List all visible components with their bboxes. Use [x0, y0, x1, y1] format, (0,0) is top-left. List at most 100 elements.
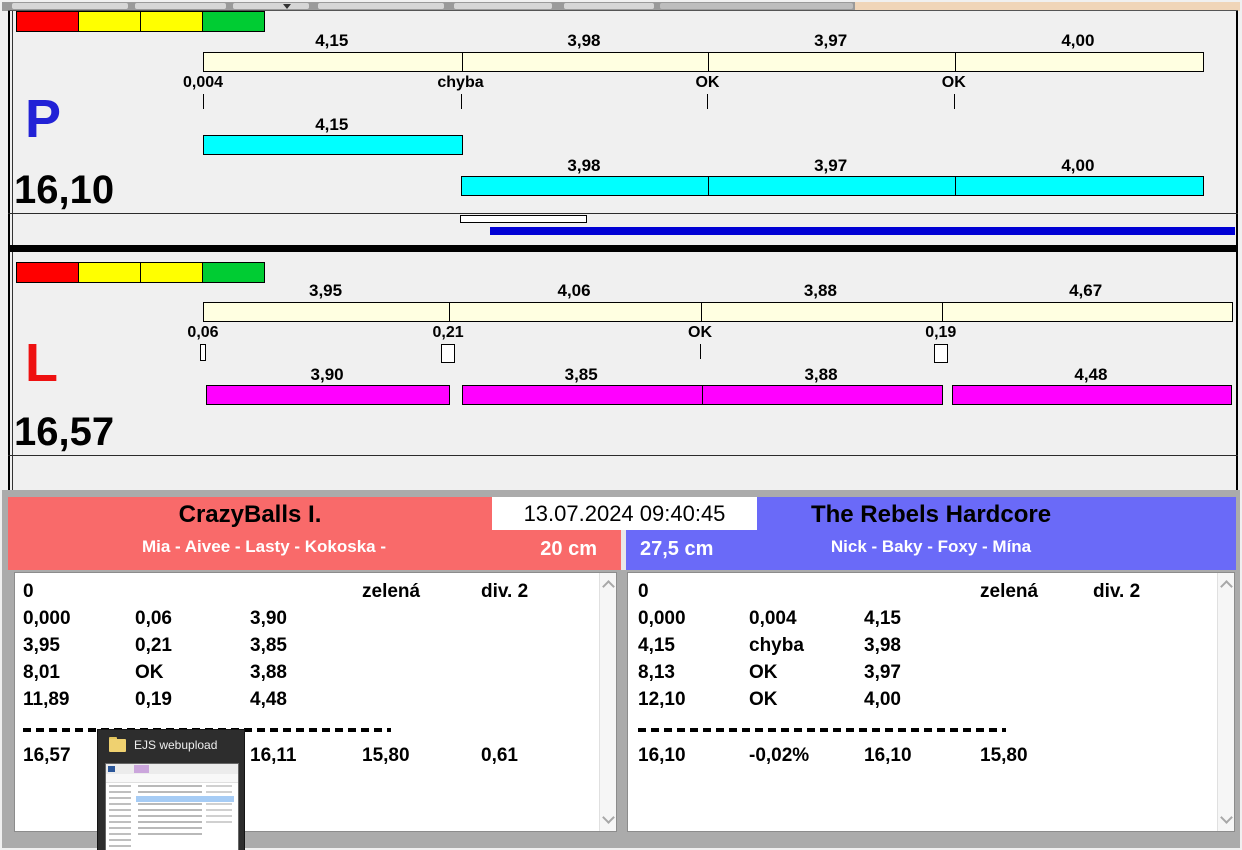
split-bar: [460, 176, 1204, 196]
team-name: CrazyBalls I.: [178, 501, 322, 528]
lane-section-P: P 16,10 4,15 3,98 3,97 4,00 0,004 chyba OK OK 4,15…: [8, 10, 1238, 246]
table-cell: zelená: [362, 581, 421, 602]
scroll-down-icon[interactable]: [1220, 811, 1233, 824]
scrollbar[interactable]: [599, 573, 616, 831]
thumbnail-window-title: EJS webupload: [134, 738, 218, 752]
table-cell: 3,85: [250, 635, 287, 656]
results-table-right: 0 zelená div. 2 0,000 0,004 4,15 4,15 chyba 3,98…: [628, 573, 1217, 831]
explorer-window-thumbnail[interactable]: [105, 763, 239, 850]
background-window-fragment: [454, 3, 552, 9]
split-time-label: 4,48: [1074, 365, 1108, 384]
table-cell: 4,48: [250, 689, 287, 710]
background-window-fragment: [12, 3, 128, 9]
table-cell: 11,89: [23, 689, 70, 710]
split-time-label: 3,98: [567, 156, 601, 175]
table-cell: 0,21: [135, 635, 172, 656]
lane-baseline: [8, 455, 1238, 456]
scroll-up-icon[interactable]: [1220, 580, 1233, 593]
pass-mark-tick: [203, 94, 204, 109]
pass-mark-tick: [953, 94, 955, 109]
ruler-divider: [461, 53, 463, 71]
thumbnail-file-list: [138, 785, 202, 835]
table-cell: 0,06: [135, 608, 172, 629]
lane-total-time: 16,10: [14, 168, 115, 212]
table-cell: 3,98: [864, 635, 901, 656]
split-time-label: 3,88: [803, 281, 837, 300]
table-cell: 8,01: [23, 662, 60, 683]
table-cell: 3,97: [864, 662, 901, 683]
table-cell: 8,13: [638, 662, 675, 683]
split-time-label: 4,67: [1069, 281, 1103, 300]
table-cell: zelená: [980, 581, 1039, 602]
taskbar-thumbnail-preview[interactable]: EJS webupload: [97, 729, 245, 850]
pass-mark-slimbox: [200, 344, 206, 361]
start-light-cell: [16, 262, 79, 283]
split-time-label: 3,97: [814, 31, 848, 50]
table-cell: 12,10: [638, 689, 686, 710]
background-window-fragment: [660, 3, 853, 9]
scroll-down-icon[interactable]: [602, 811, 615, 824]
thumbnail-titlebar: [106, 764, 238, 774]
split-ruler: [203, 302, 1233, 322]
table-cell: OK: [749, 662, 778, 683]
pass-mark-label: 0,21: [432, 324, 464, 341]
start-light-cell: [202, 11, 265, 32]
table-cell: 4,15: [638, 635, 675, 656]
table-cell: 0,000: [23, 608, 71, 629]
table-cell: OK: [749, 689, 778, 710]
table-cell: div. 2: [1093, 581, 1141, 602]
table-cell: 0,004: [749, 608, 797, 629]
scrollbar[interactable]: [1217, 573, 1234, 831]
start-light-cell: [78, 262, 141, 283]
table-cell: chyba: [749, 635, 804, 656]
split-time-label: 3,88: [804, 365, 838, 384]
pass-mark-box: [441, 344, 456, 363]
lane-letter: L: [25, 333, 58, 393]
ruler-divider: [701, 303, 703, 321]
datetime-display: 13.07.2024 09:40:45: [492, 497, 757, 530]
ruler-divider: [954, 53, 956, 71]
ruler-divider: [708, 53, 710, 71]
pass-mark-label: 0,06: [187, 324, 219, 341]
pass-mark-tick: [700, 344, 702, 359]
team-dog-names: Nick - Baky - Foxy - Mína: [830, 537, 1032, 556]
lane-baseline: [8, 213, 1238, 214]
table-cell: 3,95: [23, 635, 60, 656]
table-total-cell: 16,57: [23, 745, 71, 766]
pass-mark-label: OK: [941, 74, 966, 91]
jump-height: 20 cm: [540, 538, 597, 560]
split-time-label: 3,97: [814, 156, 848, 175]
pass-mark-label: 0,004: [182, 74, 224, 91]
chevron-down-icon: [283, 4, 291, 9]
table-cell: 0,000: [638, 608, 686, 629]
background-window-fragment: [318, 3, 444, 9]
pass-mark-label: OK: [695, 74, 720, 91]
table-total-cell: 16,10: [638, 745, 686, 766]
table-total-cell: 0,61: [481, 745, 518, 766]
table-cell: 0,19: [135, 689, 172, 710]
thumbnail-file-columns: [206, 785, 232, 823]
start-lights-legend: [16, 11, 265, 32]
app-window: P 16,10 4,15 3,98 3,97 4,00 0,004 chyba OK OK 4,15…: [0, 0, 1242, 850]
table-cell: 3,88: [250, 662, 287, 683]
table-total-cell: 15,80: [980, 745, 1028, 766]
pass-mark-label: chyba: [437, 74, 484, 91]
split-bar: [206, 385, 451, 405]
table-total-cell: 15,80: [362, 745, 410, 766]
table-total-cell: 16,11: [250, 745, 297, 766]
results-panel-right: 0 zelená div. 2 0,000 0,004 4,15 4,15 chyba 3,98…: [627, 572, 1235, 832]
start-light-cell: [140, 11, 203, 32]
progress-solid-bar: [489, 227, 1235, 235]
pass-mark-box: [933, 344, 948, 363]
split-time-label: 4,00: [1061, 156, 1095, 175]
start-light-cell: [78, 11, 141, 32]
split-time-label: 3,95: [309, 281, 343, 300]
split-time-label: 4,15: [315, 115, 349, 134]
split-time-label: 4,00: [1061, 31, 1095, 50]
progress-outline-bar: [459, 215, 588, 223]
table-cell: 4,15: [864, 608, 901, 629]
team-dog-names: Mia - Aivee - Lasty - Kokoska -: [141, 537, 387, 556]
background-window-fragment: [233, 3, 309, 9]
scroll-up-icon[interactable]: [602, 580, 615, 593]
table-cell: div. 2: [481, 581, 529, 602]
